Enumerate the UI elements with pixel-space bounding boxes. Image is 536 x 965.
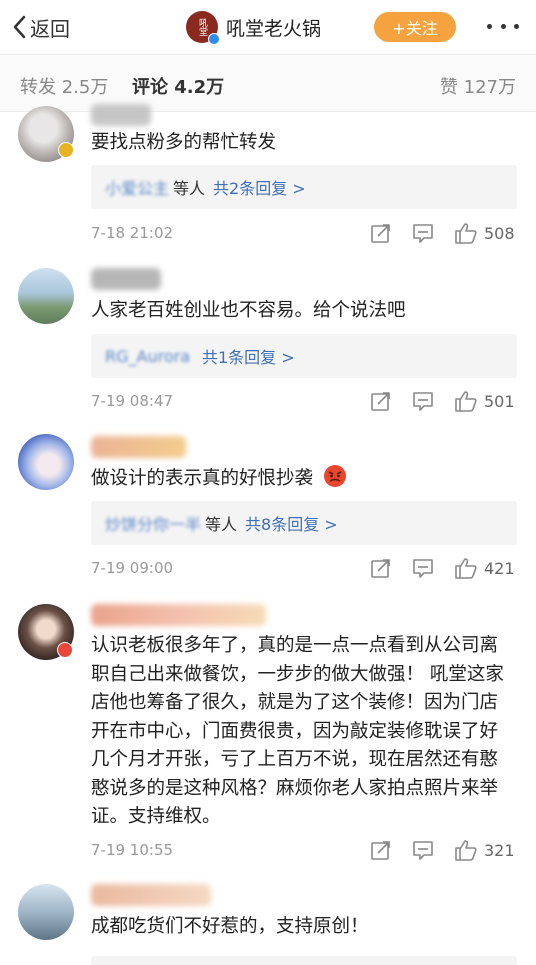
comment-actions: 421	[370, 556, 515, 580]
thumbs-up-icon	[455, 391, 477, 412]
comment-icon	[413, 559, 433, 578]
username[interactable]	[91, 268, 161, 290]
username[interactable]	[91, 436, 186, 458]
like-count: 421	[484, 558, 515, 578]
repost-button[interactable]	[370, 222, 392, 244]
vip-badge-icon	[58, 142, 74, 158]
like-button[interactable]: 508	[454, 222, 515, 244]
chevron-left-icon	[13, 15, 26, 39]
reply-summary[interactable]: RG_Aurora 共1条回复 >	[91, 334, 517, 378]
comment-text: 成都吃货们不好惹的，支持原创！	[91, 916, 369, 937]
comment-actions: 321	[370, 838, 515, 862]
share-icon	[371, 841, 390, 860]
comment-text-body: 做设计的表示真的好恨抄袭	[91, 468, 314, 489]
like-count: 508	[484, 223, 515, 243]
back-label: 返回	[30, 16, 70, 41]
reply-user: 炒饼分你一半	[105, 515, 202, 534]
comment-text: 做设计的表示真的好恨抄袭	[91, 464, 511, 494]
reply-summary[interactable]	[91, 956, 517, 965]
reply-count-link[interactable]: 共8条回复 >	[245, 511, 338, 535]
thumbs-up-icon	[455, 840, 477, 861]
comment-text: 要找点粉多的帮忙转发	[91, 132, 277, 153]
username[interactable]	[91, 104, 151, 126]
comment-time: 7-19 09:00	[91, 559, 174, 577]
comment-time: 7-18 21:02	[91, 224, 174, 242]
thumbs-up-icon	[455, 558, 477, 579]
like-button[interactable]: 501	[454, 390, 515, 412]
tab-repost[interactable]: 转发 2.5万	[20, 73, 108, 99]
share-icon	[371, 559, 390, 578]
like-count: 321	[484, 840, 515, 860]
reply-button[interactable]	[412, 390, 434, 412]
tab-likes[interactable]: 赞 127万	[440, 73, 516, 99]
reply-suffix: 等人	[173, 179, 206, 198]
comment-icon	[413, 224, 433, 243]
account-avatar[interactable]: 吼堂	[186, 11, 220, 45]
share-icon	[371, 224, 390, 243]
follow-button[interactable]: +关注	[374, 12, 456, 42]
comment-text: 人家老百姓创业也不容易。给个说法吧	[91, 300, 406, 321]
reply-user: 小爱公主	[105, 179, 170, 198]
avatar[interactable]	[18, 268, 74, 324]
repost-button[interactable]	[370, 557, 392, 579]
repost-button[interactable]	[370, 390, 392, 412]
like-button[interactable]: 421	[454, 557, 515, 579]
reply-summary[interactable]: 炒饼分你一半 等人 共8条回复 >	[91, 501, 517, 545]
comment-item: 人家老百姓创业也不容易。给个说法吧 RG_Aurora 共1条回复 > 7-19…	[0, 260, 536, 428]
stats-bar: 转发 2.5万 评论 4.2万 赞 127万	[0, 54, 536, 112]
reply-button[interactable]	[412, 557, 434, 579]
comment-item: 要找点粉多的帮忙转发 小爱公主 等人 共2条回复 > 7-18 21:02 50…	[0, 104, 536, 260]
verified-badge-icon	[208, 33, 220, 45]
comment-icon	[413, 392, 433, 411]
comment-actions: 508	[370, 221, 515, 245]
reply-user: RG_Aurora	[105, 346, 190, 366]
avatar[interactable]	[18, 434, 74, 490]
thumbs-up-icon	[455, 223, 477, 244]
angry-emoji-icon	[323, 465, 346, 487]
more-options-icon[interactable]	[487, 20, 519, 32]
comment-time: 7-19 08:47	[91, 392, 174, 410]
share-icon	[371, 392, 390, 411]
reply-summary[interactable]: 小爱公主 等人 共2条回复 >	[91, 165, 517, 209]
vip-badge-icon	[57, 642, 73, 658]
reply-button[interactable]	[412, 839, 434, 861]
account-name: 吼堂老火锅	[226, 17, 322, 40]
comment-text: 认识老板很多年了，真的是一点一点看到从公司离职自己出来做餐饮，一步步的做大做强！…	[91, 635, 504, 827]
avatar[interactable]	[18, 884, 74, 940]
reply-button[interactable]	[412, 222, 434, 244]
comment-time: 7-19 10:55	[91, 841, 174, 859]
account-header[interactable]: 吼堂 吼堂老火锅	[186, 9, 321, 45]
comment-icon	[413, 841, 433, 860]
like-button[interactable]: 321	[454, 839, 515, 861]
reply-suffix: 等人	[205, 515, 238, 534]
username[interactable]	[91, 604, 266, 626]
like-count: 501	[484, 391, 515, 411]
account-logo-text: 吼堂	[197, 18, 207, 36]
back-button[interactable]: 返回	[12, 12, 70, 42]
username[interactable]	[91, 884, 211, 906]
top-nav: 返回 吼堂 吼堂老火锅 +关注	[0, 0, 536, 54]
reply-count-link[interactable]: 共1条回复 >	[202, 344, 295, 368]
comment-item: 做设计的表示真的好恨抄袭 炒饼分你一半 等人 共8条回复 > 7-19 09:0…	[0, 428, 536, 596]
repost-button[interactable]	[370, 839, 392, 861]
comment-item: 认识老板很多年了，真的是一点一点看到从公司离职自己出来做餐饮，一步步的做大做强！…	[0, 596, 536, 876]
comment-item: 成都吃货们不好惹的，支持原创！	[0, 876, 536, 965]
comment-actions: 501	[370, 389, 515, 413]
reply-count-link[interactable]: 共2条回复 >	[213, 175, 306, 199]
